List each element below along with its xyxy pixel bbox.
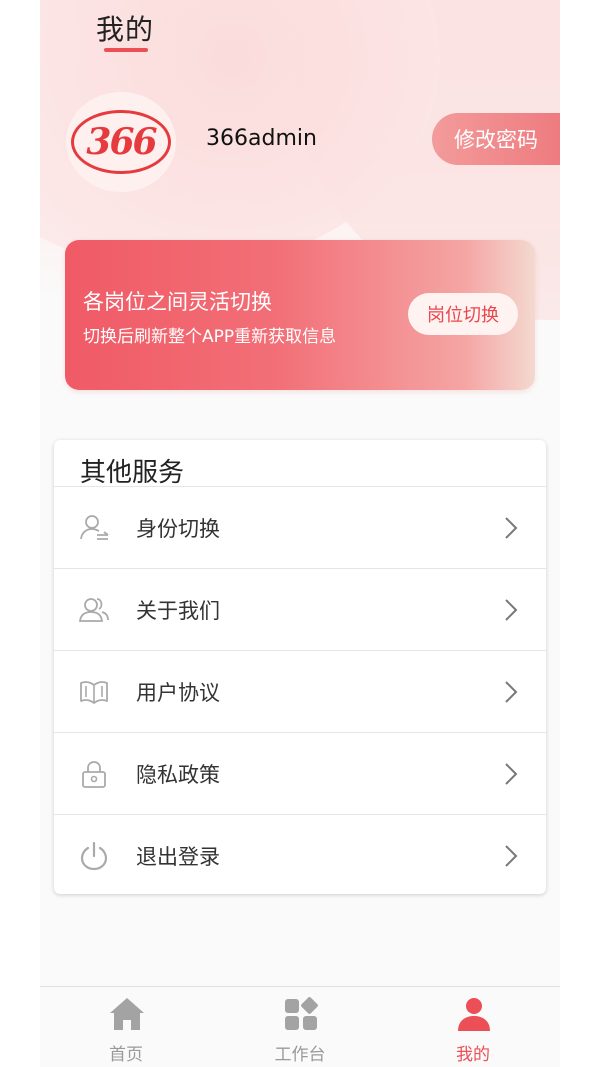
username: 366admin xyxy=(206,126,317,151)
role-switch-button[interactable]: 岗位切换 xyxy=(408,293,518,335)
tab-label: 我的 xyxy=(456,1045,490,1065)
change-password-button[interactable]: 修改密码 xyxy=(432,113,560,165)
chevron-right-icon xyxy=(505,680,518,703)
role-switch-card: 各岗位之间灵活切换 切换后刷新整个APP重新获取信息 岗位切换 xyxy=(65,240,535,390)
service-label: 隐私政策 xyxy=(136,762,220,787)
role-switch-subtitle: 切换后刷新整个APP重新获取信息 xyxy=(83,327,337,347)
tab-workbench[interactable]: 工作台 xyxy=(240,987,360,1067)
service-row-about-us[interactable]: 关于我们 xyxy=(54,568,546,650)
power-icon xyxy=(80,841,108,870)
tab-label: 首页 xyxy=(109,1045,143,1065)
role-switch-title: 各岗位之间灵活切换 xyxy=(83,290,272,314)
book-icon xyxy=(80,680,108,704)
lock-icon xyxy=(82,760,106,788)
users-icon xyxy=(78,597,109,622)
workbench-icon xyxy=(285,997,318,1030)
chevron-right-icon xyxy=(505,516,518,539)
avatar-logo: 366 xyxy=(71,110,171,174)
tab-mine[interactable]: 我的 xyxy=(413,987,533,1067)
profile-icon xyxy=(458,998,490,1031)
service-label: 关于我们 xyxy=(136,598,220,623)
chevron-right-icon xyxy=(505,598,518,621)
mine-screen: 我的 366 366admin 修改密码 各岗位之间灵活切换 切换后刷新整个AP… xyxy=(40,0,560,1067)
identity-switch-icon xyxy=(80,514,109,540)
service-row-identity-switch[interactable]: 身份切换 xyxy=(54,486,546,568)
tab-home[interactable]: 首页 xyxy=(66,987,186,1067)
service-label: 退出登录 xyxy=(136,844,220,869)
chevron-right-icon xyxy=(505,762,518,785)
title-underline xyxy=(104,48,148,52)
service-row-logout[interactable]: 退出登录 xyxy=(54,814,546,896)
avatar[interactable]: 366 xyxy=(66,92,176,192)
service-row-user-agreement[interactable]: 用户协议 xyxy=(54,650,546,732)
page-title: 我的 xyxy=(96,13,155,46)
service-label: 用户协议 xyxy=(136,680,220,705)
home-icon xyxy=(110,998,144,1030)
services-card: 其他服务 身份切换 关于我们 用户协议 隐私政策 退出登录 xyxy=(54,440,546,894)
service-label: 身份切换 xyxy=(136,516,220,541)
chevron-right-icon xyxy=(505,844,518,867)
tab-label: 工作台 xyxy=(274,1045,326,1065)
bottom-tab-bar: 首页 工作台 我的 xyxy=(40,986,560,1067)
services-title: 其他服务 xyxy=(80,458,185,488)
service-row-privacy-policy[interactable]: 隐私政策 xyxy=(54,732,546,814)
